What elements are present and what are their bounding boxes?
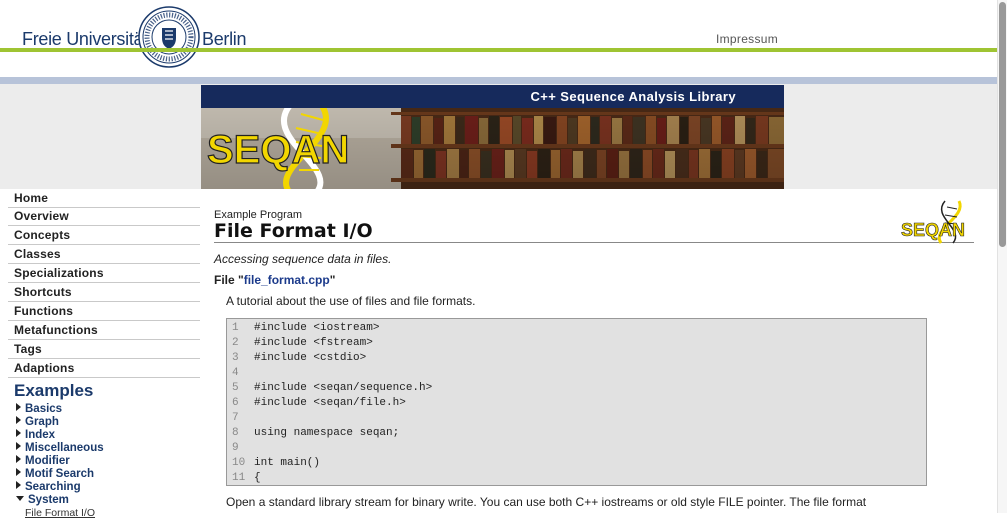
small-logo-text: SEQAN	[901, 220, 965, 240]
vertical-scrollbar[interactable]	[997, 0, 1007, 513]
file-suffix: "	[329, 273, 336, 287]
code-text: int main()	[254, 457, 321, 469]
code-text: #include <iostream>	[254, 322, 380, 334]
university-name-right: Berlin	[202, 29, 247, 49]
expand-arrow-icon	[16, 403, 21, 411]
code-text: using namespace seqan;	[254, 427, 400, 439]
line-number: 8	[232, 427, 239, 439]
examples-heading: Examples	[14, 381, 94, 400]
example-category-basics[interactable]: Basics	[16, 403, 62, 415]
sidebar-item-tags[interactable]: Tags	[8, 340, 200, 359]
sidebar-item-shortcuts[interactable]: Shortcuts	[8, 283, 200, 302]
university-header: Freie Universität Berlin Impressum	[0, 0, 1007, 86]
impressum-link[interactable]: Impressum	[716, 32, 778, 46]
sidebar-item-specializations[interactable]: Specializations	[8, 264, 200, 283]
expand-arrow-icon	[16, 481, 21, 489]
code-listing[interactable]: 1 #include <iostream> 2 #include <fstream>…	[226, 318, 927, 486]
example-category-graph[interactable]: Graph	[16, 416, 59, 428]
line-number: 5	[232, 382, 239, 394]
expand-arrow-icon	[16, 429, 21, 437]
banner-library-image: SEQAN	[201, 108, 784, 189]
university-seal-icon[interactable]	[138, 6, 200, 68]
line-number: 7	[232, 412, 239, 424]
sidebar-item-overview[interactable]: Overview	[8, 207, 200, 226]
code-text: #include <fstream>	[254, 337, 373, 349]
page-title: File Format I/O	[214, 220, 373, 242]
line-number: 2	[232, 337, 239, 349]
collapse-arrow-icon	[16, 496, 24, 501]
line-number: 6	[232, 397, 239, 409]
example-item-file-format-io[interactable]: File Format I/O	[25, 507, 95, 519]
scrollbar-thumb[interactable]	[999, 2, 1006, 247]
seqan-small-logo-icon: SEQAN	[901, 200, 965, 244]
file-link[interactable]: file_format.cpp	[244, 273, 330, 287]
expand-arrow-icon	[16, 416, 21, 424]
header-green-divider	[0, 48, 1007, 52]
sidebar-item-classes[interactable]: Classes	[8, 245, 200, 264]
example-category-system[interactable]: System	[16, 494, 69, 506]
title-divider	[214, 242, 974, 243]
expand-arrow-icon	[16, 442, 21, 450]
code-text: #include <seqan/file.h>	[254, 397, 406, 409]
banner-logo-text: SEQAN	[207, 128, 349, 172]
expand-arrow-icon	[16, 455, 21, 463]
line-number: 4	[232, 367, 239, 379]
line-number: 3	[232, 352, 239, 364]
example-category-searching[interactable]: Searching	[16, 481, 81, 493]
line-number: 10	[232, 457, 246, 469]
example-category-miscellaneous[interactable]: Miscellaneous	[16, 442, 104, 454]
expand-arrow-icon	[16, 468, 21, 476]
sidebar-nav: Home Overview Concepts Classes Specializ…	[0, 189, 201, 519]
sidebar-item-concepts[interactable]: Concepts	[8, 226, 200, 245]
line-number: 11	[232, 472, 246, 484]
sidebar-item-functions[interactable]: Functions	[8, 302, 200, 321]
description-paragraph: Open a standard library stream for binar…	[226, 495, 867, 509]
code-text: {	[254, 472, 261, 484]
sidebar-item-adaptions[interactable]: Adaptions	[8, 359, 200, 378]
code-text: #include <cstdio>	[254, 352, 367, 364]
code-text: #include <seqan/sequence.h>	[254, 382, 433, 394]
file-prefix: File "	[214, 273, 244, 287]
main-content: Example Program File Format I/O SEQAN Ac…	[201, 189, 997, 513]
example-category-index[interactable]: Index	[16, 429, 55, 441]
university-name-left: Freie Universität	[22, 29, 148, 49]
sidebar-item-home[interactable]: Home	[8, 189, 200, 208]
file-heading: File "file_format.cpp"	[214, 273, 335, 287]
banner-title-bar: C++ Sequence Analysis Library	[201, 85, 784, 108]
sidebar-item-metafunctions[interactable]: Metafunctions	[8, 321, 200, 340]
intro-text: A tutorial about the use of files and fi…	[226, 294, 476, 308]
example-category-motif-search[interactable]: Motif Search	[16, 468, 94, 480]
example-category-modifier[interactable]: Modifier	[16, 455, 70, 467]
line-number: 9	[232, 442, 239, 454]
seqan-banner: C++ Sequence Analysis Library SEQAN	[201, 85, 784, 189]
line-number: 1	[232, 322, 239, 334]
bookshelf-image: SEQAN	[201, 108, 784, 189]
header-blue-divider	[0, 77, 1007, 84]
banner-title: C++ Sequence Analysis Library	[530, 89, 736, 104]
page-tagline: Accessing sequence data in files.	[214, 252, 392, 266]
